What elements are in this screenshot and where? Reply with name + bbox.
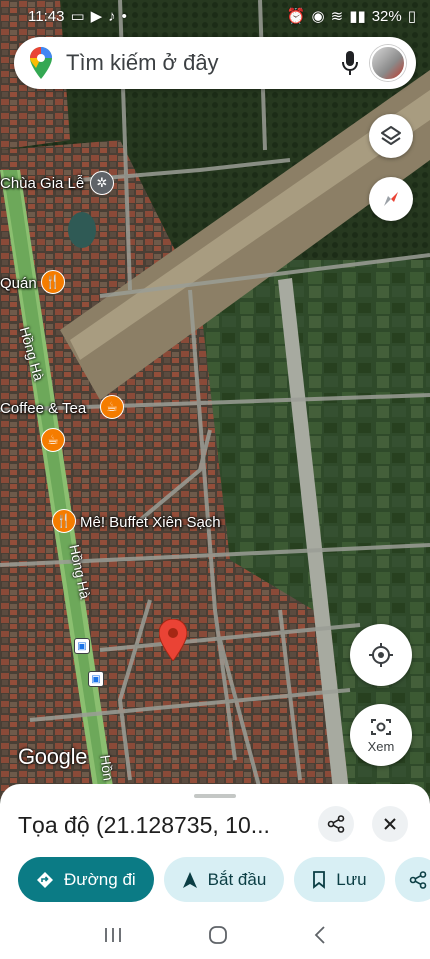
cafe-poi-icon[interactable]: ☕: [100, 395, 124, 419]
system-navigation-bar: [0, 910, 430, 959]
microphone-icon: [342, 51, 358, 75]
place-title: Tọa độ (21.128735, 10...: [18, 812, 270, 838]
restaurant-poi-icon-2[interactable]: 🍴: [52, 509, 76, 533]
crosshair-icon: [369, 643, 393, 667]
tiktok-icon: ♪: [108, 7, 116, 25]
share-icon: [409, 870, 426, 889]
close-button[interactable]: [372, 806, 408, 842]
layers-icon: [381, 126, 401, 145]
lens-view-label: Xem: [367, 738, 395, 754]
recent-apps-icon[interactable]: [103, 926, 123, 944]
wifi-icon: ≋: [330, 8, 344, 25]
dropped-pin-icon[interactable]: [159, 619, 187, 661]
location-icon: ◉: [311, 8, 325, 25]
directions-label: Đường đi: [64, 869, 136, 889]
compass-button[interactable]: [369, 177, 413, 221]
search-bar[interactable]: Tìm kiếm ở đây: [14, 37, 416, 89]
poi-label-buffet[interactable]: Mê! Buffet Xiên Sạch: [80, 514, 221, 531]
poi-label-chua-gia-le[interactable]: Chùa Gia Lễ: [0, 175, 84, 192]
save-button[interactable]: Lưu: [294, 857, 385, 902]
restaurant-poi-icon[interactable]: 🍴: [41, 270, 65, 294]
start-navigation-button[interactable]: Bắt đầu: [163, 857, 285, 902]
share-button[interactable]: [318, 806, 354, 842]
road-label-hong-ha-3: Hồn: [97, 754, 117, 782]
compass-icon: [384, 192, 398, 206]
directions-button[interactable]: Đường đi: [18, 857, 154, 902]
maps-pin-logo-icon: [30, 47, 52, 79]
cafe-poi-icon-2[interactable]: ☕: [41, 428, 65, 452]
home-icon[interactable]: [208, 925, 228, 945]
poi-label-quan[interactable]: Quán: [0, 275, 37, 292]
bus-stop-icon-2[interactable]: ▣: [88, 671, 104, 687]
start-label: Bắt đầu: [207, 869, 267, 889]
battery-icon: ▯: [407, 8, 416, 25]
share-chip-button[interactable]: [394, 857, 430, 902]
action-chips: Đường đi Bắt đầu Lưu: [18, 857, 430, 902]
close-icon: [384, 818, 396, 830]
status-bar: 11:43 ▭ ▶ ♪ • ⏰ ◉ ≋ ▮▮ 32% ▯: [0, 0, 430, 32]
search-input[interactable]: Tìm kiếm ở đây: [66, 50, 330, 76]
layers-button[interactable]: [369, 114, 413, 158]
share-icon: [327, 815, 345, 833]
battery-level: 32%: [371, 7, 402, 25]
status-time: 11:43: [28, 7, 65, 25]
account-avatar[interactable]: [370, 45, 406, 81]
camera-lens-icon: [371, 718, 391, 735]
directions-icon: [37, 871, 53, 888]
dot-icon: •: [121, 7, 127, 25]
lens-view-button[interactable]: Xem: [350, 704, 412, 766]
temple-poi-icon[interactable]: ✲: [90, 171, 114, 195]
back-icon[interactable]: [313, 925, 327, 945]
save-label: Lưu: [336, 869, 367, 889]
google-logo: Google: [18, 744, 88, 769]
poi-label-coffee-tea[interactable]: Coffee & Tea: [0, 400, 86, 417]
voice-search-button[interactable]: [330, 43, 370, 83]
navigation-arrow-icon: [182, 871, 197, 888]
alarm-icon: ⏰: [286, 8, 306, 25]
bookmark-icon: [313, 870, 326, 889]
youtube-icon: ▶: [90, 8, 103, 25]
my-location-button[interactable]: [350, 624, 412, 686]
messages-icon: ▭: [70, 8, 85, 25]
signal-icon: ▮▮: [349, 8, 366, 25]
sheet-drag-handle[interactable]: [194, 794, 236, 798]
bus-stop-icon[interactable]: ▣: [74, 638, 90, 654]
